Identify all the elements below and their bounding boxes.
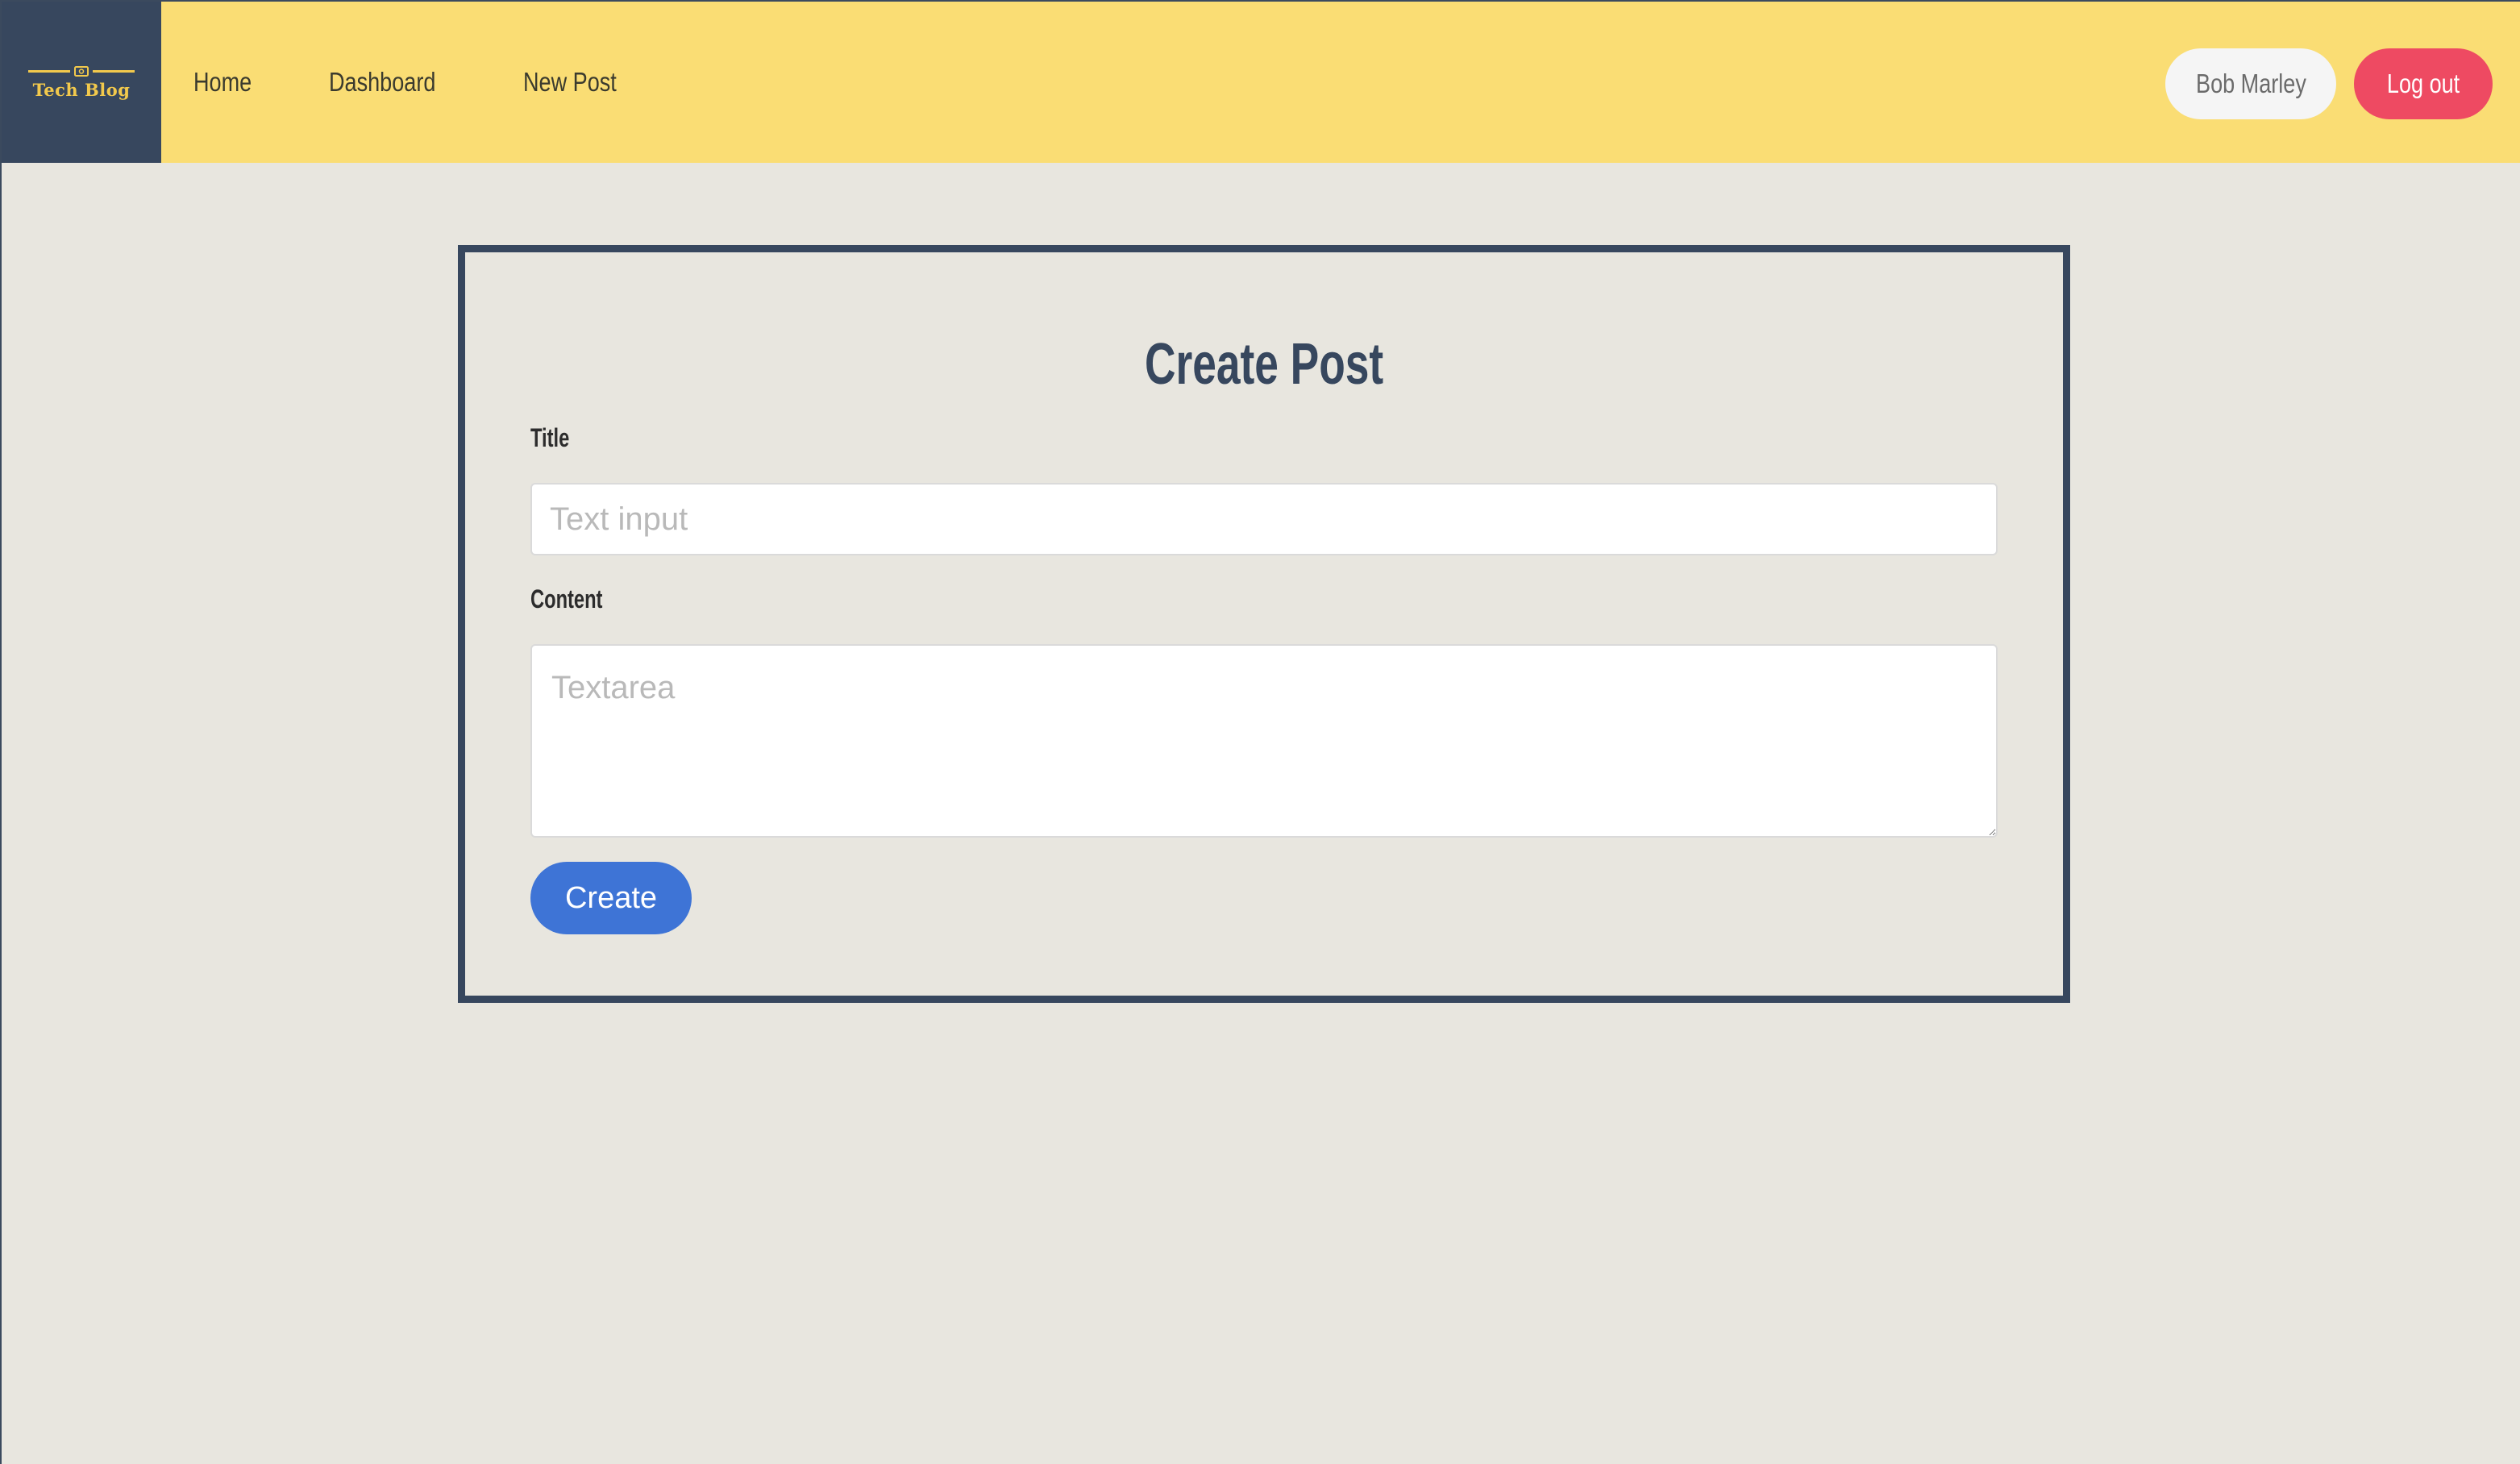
logout-button[interactable]: Log out xyxy=(2354,48,2493,119)
page-title: Create Post xyxy=(1144,332,1384,397)
create-post-form: Create Post Title Content Create xyxy=(458,245,2070,1003)
title-label: Title xyxy=(530,423,570,452)
title-input[interactable] xyxy=(530,483,1998,555)
logout-label: Log out xyxy=(2386,69,2460,98)
nav-link-home[interactable]: Home xyxy=(193,67,252,98)
content-label: Content xyxy=(530,584,603,613)
navbar: Tech Blog Home Dashboard New Post Bob Ma… xyxy=(2,2,2520,163)
user-name-button[interactable]: Bob Marley xyxy=(2165,48,2336,119)
user-actions: Bob Marley Log out xyxy=(2165,48,2493,119)
brand-logo[interactable]: Tech Blog xyxy=(2,2,161,163)
nav-link-dashboard[interactable]: Dashboard xyxy=(329,67,435,98)
create-button[interactable]: Create xyxy=(530,862,692,934)
user-name-label: Bob Marley xyxy=(2195,69,2306,98)
brand-title: Tech Blog xyxy=(32,79,131,100)
nav-links: Home Dashboard New Post xyxy=(193,67,638,98)
nav-link-new-post[interactable]: New Post xyxy=(523,67,617,98)
laptop-icon xyxy=(28,65,135,78)
content-textarea[interactable] xyxy=(530,644,1998,838)
